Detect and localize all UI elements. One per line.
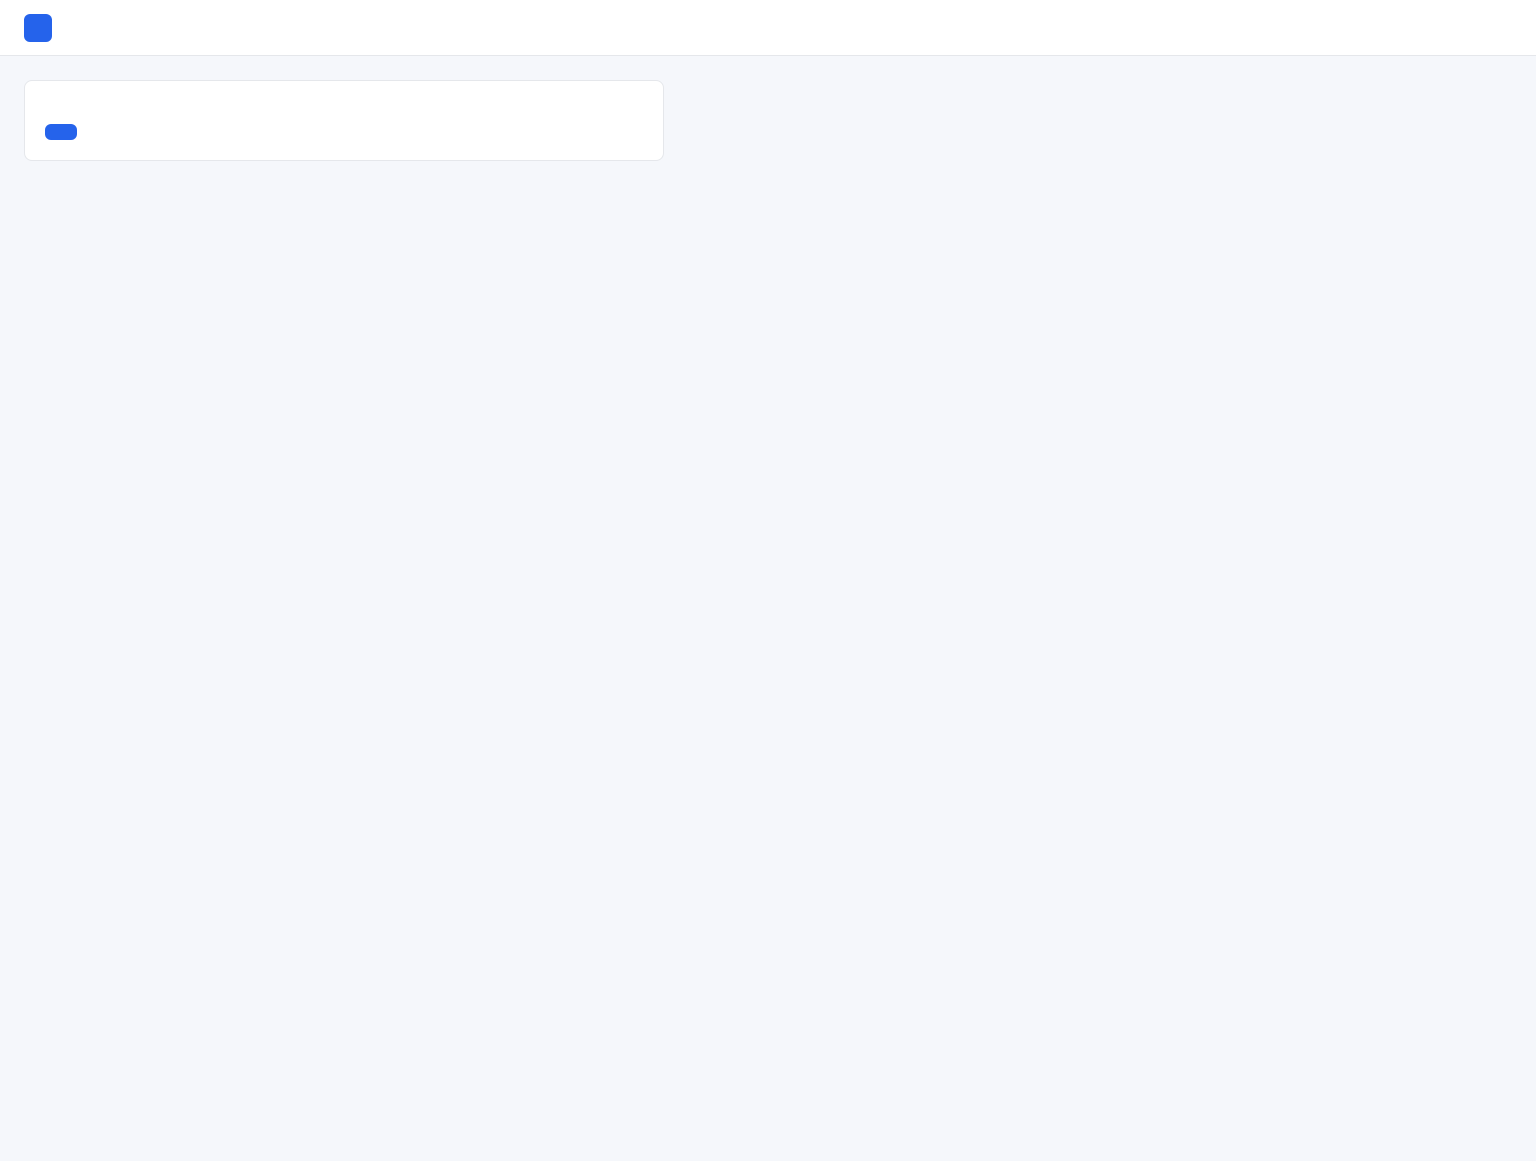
app-logo: [24, 13, 52, 42]
primary-button[interactable]: [45, 124, 77, 140]
top-bar: [0, 0, 1536, 56]
content-card: [24, 80, 664, 161]
main-content: [0, 56, 1536, 185]
